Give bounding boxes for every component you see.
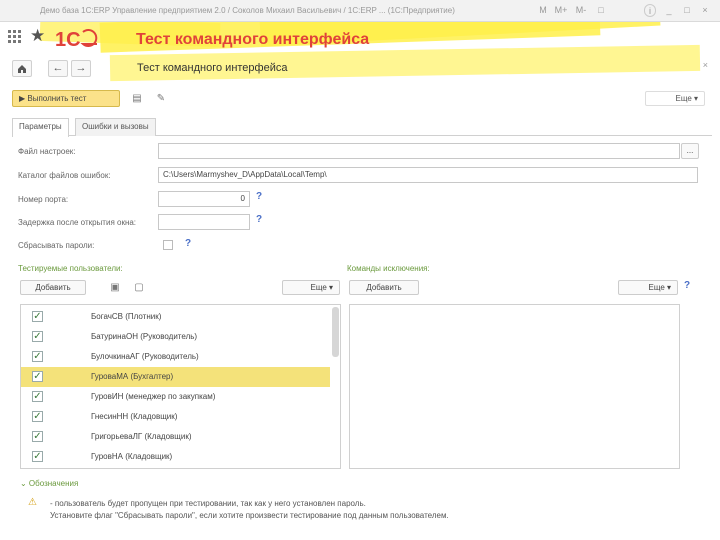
commands-list[interactable] [349,304,680,469]
minimize-button[interactable]: _ [662,4,676,17]
table-row[interactable]: ✓ БогачСВ (Плотник) [21,307,330,327]
row-checkbox[interactable]: ✓ [32,311,43,322]
form-navbar: ← → Тест командного интерфейса × [0,56,720,82]
tested-users-title: Тестируемые пользователи: [18,264,123,273]
note-line-2: Установите флаг "Сбрасывать пароли", есл… [50,511,449,520]
1c-logo: 1С [55,29,98,50]
user-name: ГнесинНН (Кладовщик) [91,412,178,421]
note-line-1: - пользователь будет пропущен при тестир… [50,499,366,508]
add-user-button[interactable]: Добавить [20,280,86,295]
window-title: Демо база 1С:ERP Управление предприятием… [40,6,455,15]
user-name: ГригорьеваЛГ (Кладовщик) [91,432,192,441]
form-toolbar: ▶ Выполнить тест ▤ ✎ Еще ▾ [0,88,720,110]
maximize-button[interactable]: □ [680,4,694,17]
save-settings-icon[interactable]: ▤ [128,90,146,107]
table-row[interactable]: ✓ ГнесинНН (Кладовщик) [21,407,330,427]
settings-file-label: Файл настроек: [18,147,76,156]
memory-minus-button[interactable]: M- [572,4,590,17]
delay-label: Задержка после открытия окна: [18,218,137,227]
commands-help-icon[interactable]: ? [684,280,690,291]
exclude-commands-title: Команды исключения: [347,264,430,273]
toolbar-more-button[interactable]: Еще ▾ [645,91,705,106]
reset-passwords-label: Сбрасывать пароли: [18,241,95,250]
edit-settings-icon[interactable]: ✎ [152,90,170,107]
notes-toggle[interactable]: ⌄ Обозначения [20,479,78,488]
users-more-button[interactable]: Еще ▾ [282,280,340,295]
calendar-icon[interactable]: □ [594,4,608,17]
forward-button[interactable]: → [71,60,91,77]
port-label: Номер порта: [18,195,69,204]
favorites-star-icon[interactable]: ★ [30,27,45,44]
user-name: ГуроваМА (Бухгалтер) [91,372,174,381]
commands-more-button[interactable]: Еще ▾ [618,280,678,295]
form-title: Тест командного интерфейса [137,62,288,74]
tab-errors-calls[interactable]: Ошибки и вызовы [75,118,156,136]
users-list-scrollbar[interactable] [332,307,339,357]
table-row[interactable]: ✓ ГригорьеваЛГ (Кладовщик) [21,427,330,447]
memory-plus-button[interactable]: M+ [552,4,570,17]
users-list[interactable]: ✓ БогачСВ (Плотник) ✓ БатуринаОН (Руково… [20,304,341,469]
close-form-icon[interactable]: × [703,60,708,70]
error-dir-label: Каталог файлов ошибок: [18,171,111,180]
row-checkbox[interactable]: ✓ [32,431,43,442]
info-icon[interactable]: i [644,4,656,17]
table-row-selected[interactable]: ✓ ГуроваМА (Бухгалтер) [21,367,330,387]
table-row[interactable]: ✓ БатуринаОН (Руководитель) [21,327,330,347]
svg-text:1С: 1С [55,29,81,50]
run-test-button[interactable]: ▶ Выполнить тест [12,90,120,107]
window-titlebar: Демо база 1С:ERP Управление предприятием… [0,0,720,22]
table-row[interactable]: ✓ ГуровИН (менеджер по закупкам) [21,387,330,407]
port-input[interactable]: 0 [158,191,250,207]
memory-button[interactable]: M [536,4,550,17]
back-button[interactable]: ← [48,60,68,77]
delay-input[interactable] [158,214,250,230]
table-row[interactable]: ✓ БулочкинаАГ (Руководитель) [21,347,330,367]
user-name: ГуровИН (менеджер по закупкам) [91,392,216,401]
user-name: БулочкинаАГ (Руководитель) [91,352,199,361]
close-window-button[interactable]: × [698,4,712,17]
table-row[interactable]: ✓ ГуровНА (Кладовщик) [21,447,330,467]
tab-strip: Параметры Ошибки и вызовы [12,118,712,137]
settings-file-input[interactable] [158,143,680,159]
row-checkbox[interactable]: ✓ [32,411,43,422]
delay-help-icon[interactable]: ? [256,214,262,225]
row-checkbox[interactable]: ✓ [32,331,43,342]
check-all-icon[interactable]: ▣ [106,279,124,296]
user-name: БатуринаОН (Руководитель) [91,332,198,341]
row-checkbox[interactable]: ✓ [32,371,43,382]
user-name: ГуровНА (Кладовщик) [91,452,173,461]
app-header: ★ 1С Тест командного интерфейса [0,22,720,56]
app-title: Тест командного интерфейса [136,31,370,48]
reset-passwords-checkbox[interactable] [163,240,173,250]
user-name: БогачСВ (Плотник) [91,312,162,321]
add-command-button[interactable]: Добавить [349,280,419,295]
home-button[interactable] [12,60,32,77]
warning-icon: ⚠ [28,497,37,508]
port-help-icon[interactable]: ? [256,191,262,202]
row-checkbox[interactable]: ✓ [32,391,43,402]
error-dir-input[interactable]: C:\Users\Marmyshev_D\AppData\Local\Temp\ [158,167,698,183]
home-icon [18,65,26,73]
apps-grid-icon[interactable] [8,30,22,44]
uncheck-all-icon[interactable]: ▢ [130,279,148,296]
settings-file-select-button[interactable]: ... [681,143,699,159]
tab-parameters[interactable]: Параметры [12,118,69,137]
row-checkbox[interactable]: ✓ [32,351,43,362]
reset-passwords-help-icon[interactable]: ? [185,238,191,249]
row-checkbox[interactable]: ✓ [32,451,43,462]
